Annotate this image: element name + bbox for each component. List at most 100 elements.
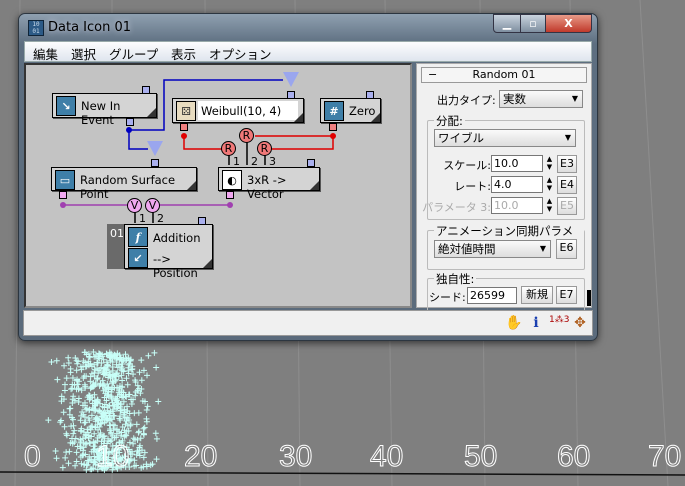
new-seed-button[interactable]: 新規 bbox=[521, 286, 553, 304]
particle bbox=[140, 425, 147, 432]
e4-button[interactable]: E4 bbox=[557, 176, 577, 194]
real-port[interactable]: R bbox=[239, 128, 254, 143]
status-bar: ✋ i 1⁂3 ✥ bbox=[23, 310, 593, 336]
node-3xr-vector[interactable]: ◐ 3xR -> Vector bbox=[218, 167, 320, 201]
particle bbox=[141, 424, 148, 431]
menu-options[interactable]: オプション bbox=[209, 44, 272, 63]
axis-label: 50 bbox=[463, 440, 498, 474]
menu-edit[interactable]: 編集 bbox=[33, 44, 58, 63]
particle bbox=[131, 457, 138, 464]
node-label: Weibull(10, 4) bbox=[198, 101, 298, 120]
particle bbox=[65, 460, 72, 467]
scale-label: スケール: bbox=[443, 159, 491, 172]
particle bbox=[69, 374, 76, 381]
particle bbox=[143, 418, 150, 425]
hand-icon[interactable]: ✋ bbox=[505, 315, 523, 331]
particle bbox=[72, 462, 79, 469]
menu-group[interactable]: グループ bbox=[109, 44, 158, 63]
particle bbox=[153, 435, 160, 442]
particle bbox=[110, 406, 117, 413]
anim-sync-select[interactable]: 絶対値時間 bbox=[434, 240, 551, 258]
scale-input[interactable]: 10.0 bbox=[491, 155, 543, 172]
rate-input[interactable]: 4.0 bbox=[491, 176, 543, 193]
particle bbox=[94, 376, 101, 383]
particle bbox=[74, 381, 81, 388]
seed-input[interactable]: 26599 bbox=[467, 287, 517, 304]
particle bbox=[68, 386, 75, 393]
hash-icon: # bbox=[324, 101, 344, 121]
e3-button[interactable]: E3 bbox=[557, 155, 577, 173]
axis-label: 60 bbox=[556, 440, 591, 474]
particle bbox=[86, 439, 93, 446]
node-addition[interactable]: f Addition ↙ --> Position bbox=[124, 224, 213, 280]
vector-port[interactable]: V bbox=[127, 198, 142, 213]
particle bbox=[58, 417, 65, 424]
numbering-icon[interactable]: 1⁂3 bbox=[549, 315, 569, 325]
position-icon: ↙ bbox=[128, 248, 148, 268]
node-label: New In Event bbox=[81, 99, 121, 127]
rate-label: レート: bbox=[454, 180, 491, 193]
particle bbox=[48, 359, 55, 366]
input-label: 1 bbox=[233, 155, 240, 168]
close-button[interactable]: X bbox=[545, 14, 592, 33]
particle bbox=[67, 369, 74, 376]
particle bbox=[152, 430, 159, 437]
particle bbox=[87, 373, 94, 380]
rollout-header[interactable]: − Random 01 bbox=[421, 67, 587, 83]
rollout-title: Random 01 bbox=[472, 68, 536, 81]
particle bbox=[53, 357, 60, 364]
particle bbox=[72, 355, 79, 362]
collapse-icon: − bbox=[428, 68, 438, 81]
maximize-button[interactable]: ▫ bbox=[520, 14, 546, 33]
dice-icon: ⚄ bbox=[176, 101, 196, 121]
particle bbox=[53, 455, 60, 462]
particle bbox=[63, 375, 70, 382]
menu-select[interactable]: 選択 bbox=[71, 44, 96, 63]
event-input-triangle[interactable] bbox=[283, 72, 299, 87]
particle bbox=[65, 360, 72, 367]
menu-bar: 編集 選択 グループ 表示 オプション bbox=[24, 41, 592, 62]
axis-label: 0 bbox=[24, 440, 42, 474]
event-input-triangle[interactable] bbox=[147, 141, 163, 156]
e7-button[interactable]: E7 bbox=[556, 286, 577, 304]
output-type-select[interactable]: 実数 bbox=[499, 90, 583, 108]
scrollbar[interactable] bbox=[587, 290, 591, 306]
addition-index: 01 bbox=[107, 224, 125, 269]
axis-label: 70 bbox=[647, 440, 682, 474]
particle bbox=[61, 423, 68, 430]
particle bbox=[135, 409, 142, 416]
node-random-surface-point[interactable]: ▭ Random Surface Point bbox=[51, 167, 197, 201]
particle bbox=[61, 381, 68, 388]
input-label: 2 bbox=[157, 212, 164, 225]
menu-view[interactable]: 表示 bbox=[171, 44, 196, 63]
node-weibull[interactable]: ⚄ Weibull(10, 4) bbox=[172, 98, 304, 123]
particle bbox=[73, 357, 80, 364]
particle bbox=[65, 354, 72, 361]
node-zero[interactable]: # Zero bbox=[320, 98, 381, 123]
group-title: 分配: bbox=[434, 113, 465, 129]
vector-port[interactable]: V bbox=[145, 198, 160, 213]
e6-button[interactable]: E6 bbox=[556, 239, 577, 259]
particle bbox=[153, 456, 160, 463]
particle bbox=[140, 431, 147, 438]
info-icon[interactable]: i bbox=[527, 315, 545, 331]
input-label: 1 bbox=[139, 212, 146, 225]
particle bbox=[144, 403, 151, 410]
surface-icon: ▭ bbox=[55, 170, 75, 190]
real-port[interactable]: R bbox=[221, 141, 236, 156]
rate-spinner[interactable]: ▲ ▼ bbox=[545, 176, 554, 193]
real-port[interactable]: R bbox=[257, 141, 272, 156]
distribution-select[interactable]: ワイブル bbox=[434, 129, 576, 147]
minimize-button[interactable]: ▁ bbox=[493, 14, 521, 33]
title-bar[interactable]: 10 01 Data Icon 01 ▁ ▫ X bbox=[19, 14, 597, 41]
particle bbox=[133, 421, 140, 428]
particle bbox=[61, 387, 68, 394]
node-new-in-event[interactable]: ↘ New In Event bbox=[52, 93, 157, 127]
particle bbox=[130, 371, 137, 378]
move-icon[interactable]: ✥ bbox=[571, 315, 589, 331]
particle bbox=[137, 435, 144, 442]
particle bbox=[77, 436, 84, 443]
scale-spinner[interactable]: ▲ ▼ bbox=[545, 155, 554, 172]
output-type-label: 出力タイプ: bbox=[437, 94, 496, 107]
particle bbox=[62, 454, 69, 461]
